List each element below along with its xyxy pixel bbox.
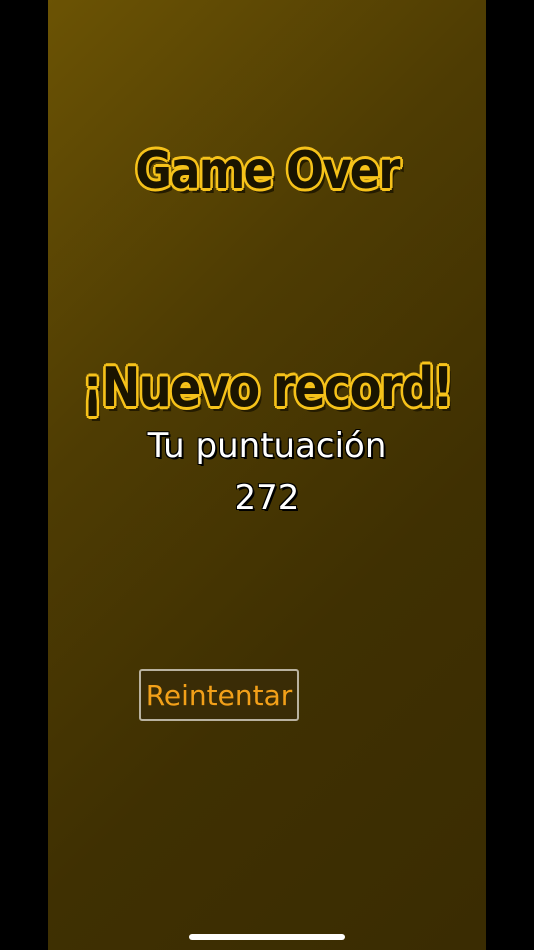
score-value: 272 (234, 478, 300, 518)
game-over-screen: Game Over ¡Nuevo record! Tu puntuación 2… (48, 0, 486, 950)
game-over-title: Game Over (135, 141, 400, 201)
home-indicator[interactable] (189, 934, 345, 940)
score-label: Tu puntuación (147, 426, 387, 466)
new-record-message: ¡Nuevo record! (81, 356, 454, 419)
retry-button[interactable]: Reintentar (139, 669, 299, 721)
